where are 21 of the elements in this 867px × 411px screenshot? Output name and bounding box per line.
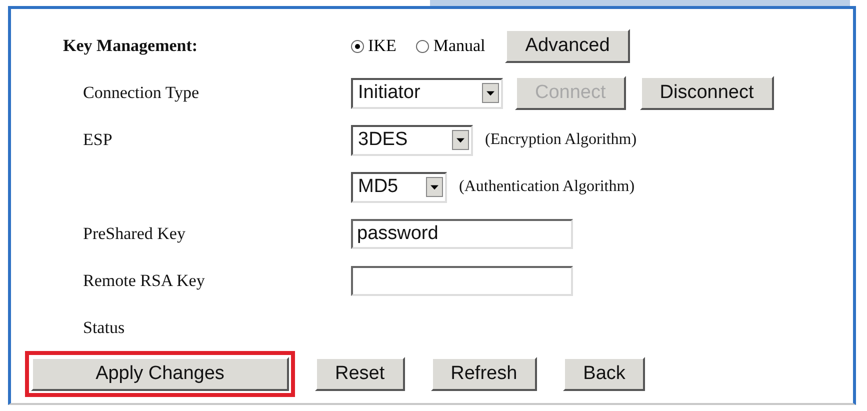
action-button[interactable]: Disconnect: [640, 76, 774, 110]
form-button[interactable]: Back: [563, 357, 646, 392]
advanced-button[interactable]: Advanced: [505, 29, 630, 64]
field-label: ESP: [82, 130, 112, 150]
radio-option[interactable]: IKE: [351, 36, 396, 56]
form-button[interactable]: Refresh: [430, 357, 538, 392]
key-management-label: Key Management:: [62, 36, 198, 56]
input-field[interactable]: [351, 266, 573, 296]
form-button[interactable]: Reset: [315, 357, 405, 392]
select-field[interactable]: 3DES: [351, 124, 473, 156]
select-field[interactable]: MD5: [351, 172, 447, 202]
field-label: Connection Type: [82, 83, 200, 104]
field-label: Status: [82, 318, 125, 338]
field-note: (Authentication Algorithm): [459, 178, 635, 196]
select-field[interactable]: Initiator: [351, 78, 503, 109]
field-note: (Encryption Algorithm): [485, 131, 637, 150]
radio-option[interactable]: Manual: [416, 36, 486, 56]
input-field[interactable]: password: [351, 218, 573, 249]
field-label: Remote RSA Key: [82, 270, 205, 291]
field-label: PreShared Key: [82, 224, 186, 244]
form-button[interactable]: Apply Changes: [31, 357, 289, 392]
